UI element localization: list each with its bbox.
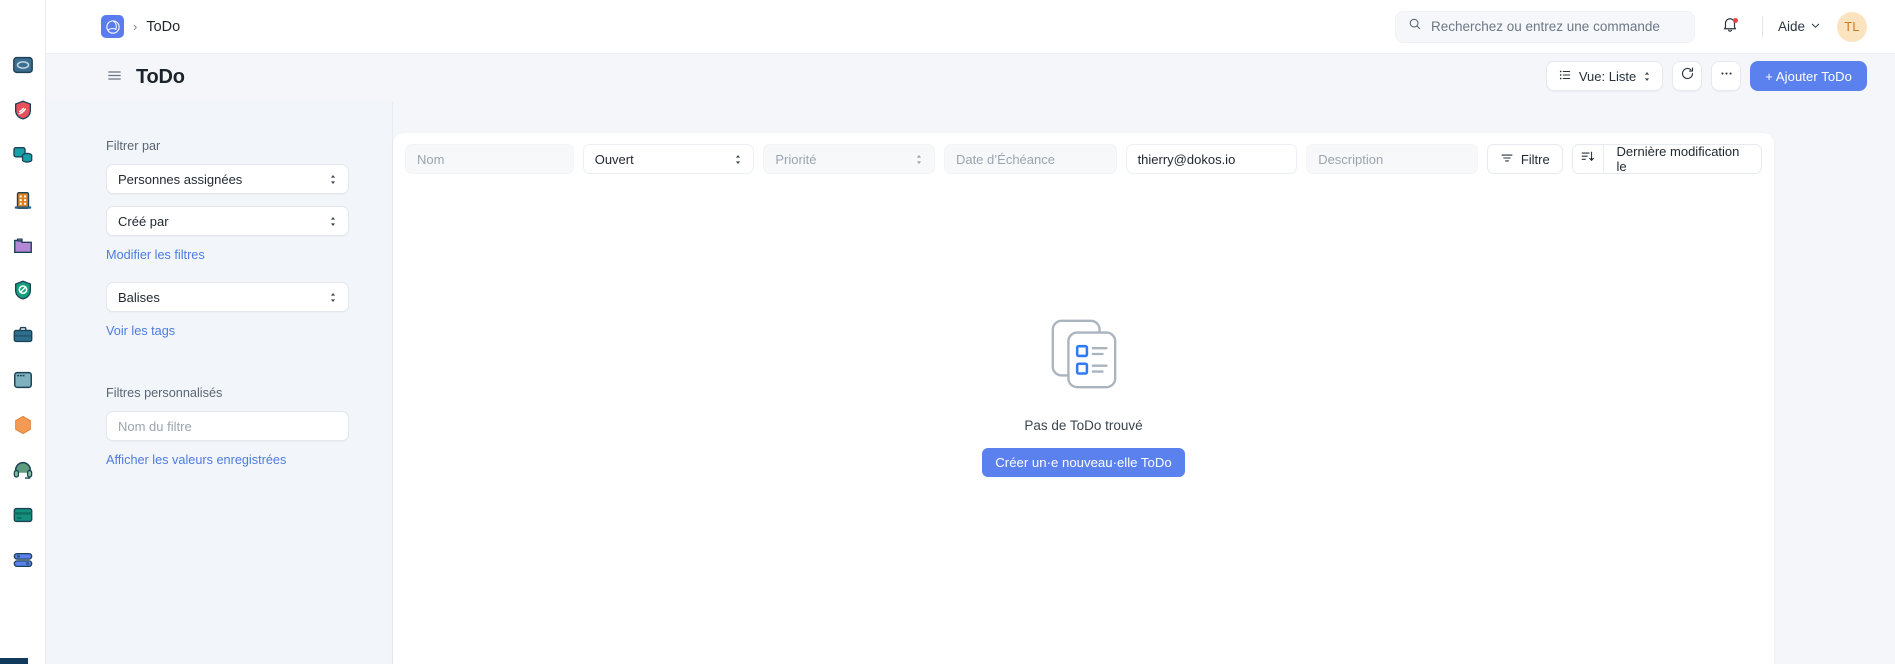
notifications-button[interactable]: [1713, 10, 1747, 44]
edit-filters-link[interactable]: Modifier les filtres: [106, 248, 332, 262]
view-selector-label: Vue: Liste: [1579, 69, 1636, 84]
rail-bottom-marker: [0, 658, 28, 664]
breadcrumb: › ToDo: [46, 15, 180, 38]
rail-item-window-icon[interactable]: [10, 367, 36, 393]
empty-state-message: Pas de ToDo trouvé: [1024, 418, 1142, 433]
updown-stepper-icon: [329, 292, 337, 303]
page-title: ToDo: [136, 66, 185, 89]
tags-select[interactable]: Balises: [106, 282, 349, 312]
updown-stepper-icon: [915, 154, 923, 165]
custom-filters-label: Filtres personnalisés: [106, 386, 332, 400]
topbar-right-controls: Recherchez ou entrez une commande Aide T…: [1395, 10, 1895, 44]
show-saved-values-link[interactable]: Afficher les valeurs enregistrées: [106, 453, 332, 467]
filter-description-placeholder: Description: [1318, 152, 1383, 167]
created-by-select-label: Créé par: [118, 214, 169, 229]
filter-owner-field[interactable]: thierry@dokos.io: [1126, 144, 1298, 174]
view-tags-link[interactable]: Voir les tags: [106, 324, 332, 338]
filter-button-label: Filtre: [1521, 152, 1550, 167]
filter-name-input-placeholder: Nom du filtre: [118, 419, 192, 434]
sort-field-label: Dernière modification le: [1604, 144, 1761, 174]
filter-button[interactable]: Filtre: [1487, 144, 1563, 174]
page-actions: Vue: Liste + Ajouter ToDo: [1546, 61, 1867, 91]
updown-stepper-icon: [734, 154, 742, 165]
filter-priority-placeholder: Priorité: [775, 152, 816, 167]
filter-name-input[interactable]: Nom du filtre: [106, 411, 349, 441]
list-content-card: Nom Ouvert Priorité Date d’Échéance thie…: [393, 133, 1774, 664]
avatar[interactable]: TL: [1837, 12, 1867, 42]
sort-direction-button[interactable]: [1573, 145, 1604, 173]
sidebar-spacer: [106, 358, 332, 386]
list-view-icon: [1558, 68, 1572, 85]
filter-row-right-controls: Filtre Dernière modification le: [1487, 144, 1762, 174]
page-title-group: ToDo: [106, 66, 185, 89]
chevron-down-icon: [1810, 18, 1821, 36]
page-header: ToDo Vue: Liste + Ajouter ToDo: [46, 54, 1895, 102]
breadcrumb-item-todo[interactable]: ToDo: [146, 19, 180, 35]
refresh-icon: [1680, 66, 1695, 86]
empty-state: Pas de ToDo trouvé Créer un·e nouveau·el…: [393, 315, 1774, 477]
notification-badge-dot: [1733, 18, 1738, 23]
search-icon: [1408, 17, 1422, 36]
topbar-divider: [1762, 16, 1763, 38]
filter-due-date-placeholder: Date d’Échéance: [956, 152, 1055, 167]
filter-name-field-placeholder: Nom: [417, 152, 444, 167]
app-rail: [0, 0, 46, 664]
help-menu[interactable]: Aide: [1778, 18, 1821, 36]
rail-item-folder-icon[interactable]: [10, 232, 36, 258]
search-input-placeholder: Recherchez ou entrez une commande: [1431, 19, 1660, 34]
filter-due-date-field[interactable]: Date d’Échéance: [944, 144, 1117, 174]
add-todo-button[interactable]: + Ajouter ToDo: [1750, 61, 1867, 91]
filter-status-value: Ouvert: [595, 152, 634, 167]
hamburger-menu-icon[interactable]: [106, 67, 123, 89]
filter-status-select[interactable]: Ouvert: [583, 144, 755, 174]
rail-item-card-icon[interactable]: [10, 502, 36, 528]
rail-item-toggles-icon[interactable]: [10, 547, 36, 573]
updown-stepper-icon: [329, 174, 337, 185]
empty-list-illustration-icon: [1045, 315, 1123, 398]
dokos-logo-icon[interactable]: [101, 15, 124, 38]
search-input[interactable]: Recherchez ou entrez une commande: [1395, 11, 1695, 43]
rail-item-shield-heart-icon[interactable]: [10, 97, 36, 123]
assignees-select-label: Personnes assignées: [118, 172, 242, 187]
rail-item-headset-icon[interactable]: [10, 457, 36, 483]
refresh-button[interactable]: [1672, 61, 1702, 91]
filter-sidebar: Filtrer par Personnes assignées Créé par…: [46, 102, 393, 664]
sort-descending-icon: [1580, 149, 1595, 169]
tags-select-label: Balises: [118, 290, 160, 305]
assignees-select[interactable]: Personnes assignées: [106, 164, 349, 194]
filter-icon: [1500, 151, 1514, 168]
filter-owner-value: thierry@dokos.io: [1138, 152, 1236, 167]
rail-item-shield-check-icon[interactable]: [10, 277, 36, 303]
rail-item-briefcase-icon[interactable]: [10, 322, 36, 348]
view-selector-button[interactable]: Vue: Liste: [1546, 61, 1663, 91]
filter-priority-select[interactable]: Priorité: [763, 144, 935, 174]
rail-item-desktop-icon[interactable]: [10, 52, 36, 78]
updown-stepper-icon: [329, 216, 337, 227]
breadcrumb-separator: ›: [133, 19, 137, 34]
sort-control[interactable]: Dernière modification le: [1572, 144, 1762, 174]
ellipsis-icon: [1719, 66, 1734, 86]
created-by-select[interactable]: Créé par: [106, 206, 349, 236]
list-filter-row: Nom Ouvert Priorité Date d’Échéance thie…: [393, 133, 1774, 185]
help-menu-label: Aide: [1778, 19, 1805, 34]
create-todo-cta-button[interactable]: Créer un·e nouveau·elle ToDo: [982, 448, 1184, 477]
rail-item-database-icon[interactable]: [10, 142, 36, 168]
top-navigation-bar: › ToDo Recherchez ou entrez une commande…: [46, 0, 1895, 54]
updown-stepper-icon: [1643, 71, 1651, 82]
filter-by-label: Filtrer par: [106, 139, 332, 153]
more-options-button[interactable]: [1711, 61, 1741, 91]
filter-description-field[interactable]: Description: [1306, 144, 1478, 174]
rail-item-building-icon[interactable]: [10, 187, 36, 213]
rail-item-hexagon-icon[interactable]: [10, 412, 36, 438]
filter-name-field[interactable]: Nom: [405, 144, 574, 174]
